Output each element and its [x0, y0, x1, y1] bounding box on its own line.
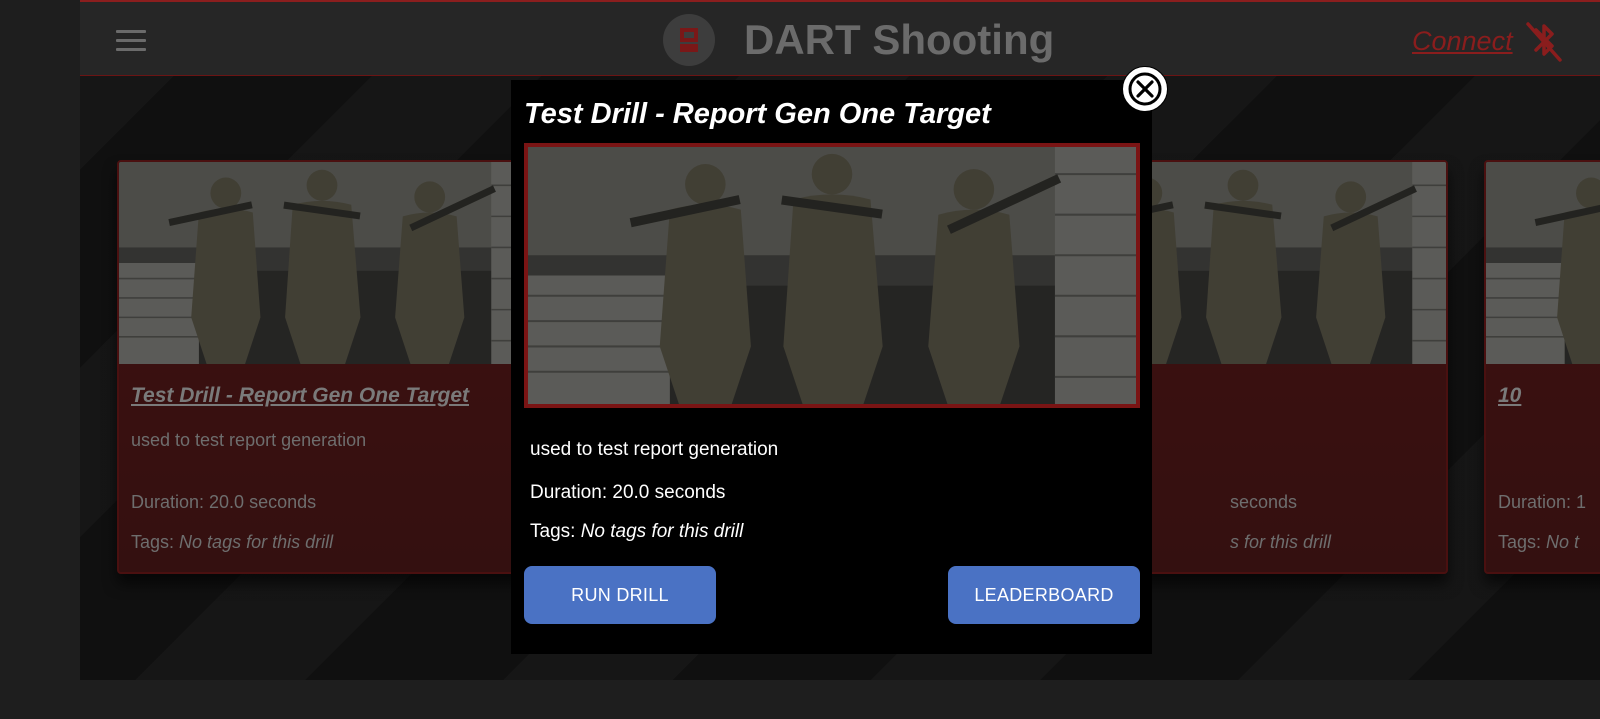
- drill-card[interactable]: 10 Duration: 1 Tags: No t: [1484, 160, 1600, 574]
- drill-card-image: [119, 162, 525, 364]
- drill-card-duration: seconds: [1230, 492, 1298, 512]
- hamburger-menu-icon[interactable]: [116, 30, 146, 52]
- modal-description: used to test report generation: [530, 439, 779, 460]
- drill-card-tags-value: No tags for this drill: [179, 532, 334, 552]
- drill-detail-modal: Test Drill - Report Gen One Target used …: [511, 80, 1152, 654]
- drill-card-title[interactable]: 10: [1498, 384, 1521, 408]
- connect-link[interactable]: Connect: [1412, 24, 1513, 58]
- drill-card-tags-label: Tags:: [131, 532, 175, 552]
- drill-card-tags-value: No t: [1546, 532, 1580, 552]
- bluetooth-disabled-icon[interactable]: [1522, 18, 1566, 69]
- drill-card-tags: Tags: No tags for this drill: [131, 532, 333, 553]
- drill-card-duration: Duration: 1: [1498, 492, 1587, 512]
- drill-card-description: used to test report generation: [131, 430, 367, 450]
- drill-card-tags: s for this drill: [1230, 532, 1331, 553]
- drill-card[interactable]: Test Drill - Report Gen One Target used …: [117, 160, 527, 574]
- drill-card-title[interactable]: Test Drill - Report Gen One Target: [131, 384, 469, 408]
- app-header: DART Shooting Connect: [80, 0, 1600, 76]
- dart-logo-icon: [663, 14, 715, 66]
- run-drill-button[interactable]: RUN DRILL: [524, 566, 716, 624]
- close-icon: [1128, 72, 1162, 106]
- drill-card-tags-value: s for this drill: [1230, 532, 1332, 552]
- modal-tags: Tags: No tags for this drill: [530, 521, 743, 543]
- modal-duration: Duration: 20.0 seconds: [530, 482, 726, 503]
- close-modal-button[interactable]: [1122, 66, 1168, 112]
- modal-tags-label: Tags:: [530, 521, 576, 542]
- modal-drill-image: [524, 143, 1140, 408]
- modal-title: Test Drill - Report Gen One Target: [524, 98, 991, 130]
- drill-card-image: [1486, 162, 1600, 364]
- modal-tags-value: No tags for this drill: [580, 521, 744, 542]
- drill-card-duration: Duration: 20.0 seconds: [131, 492, 317, 512]
- app-title: DART Shooting: [744, 16, 1055, 63]
- drill-card-tags: Tags: No t: [1498, 532, 1579, 553]
- leaderboard-button[interactable]: LEADERBOARD: [948, 566, 1140, 624]
- drill-card-tags-label: Tags:: [1498, 532, 1542, 552]
